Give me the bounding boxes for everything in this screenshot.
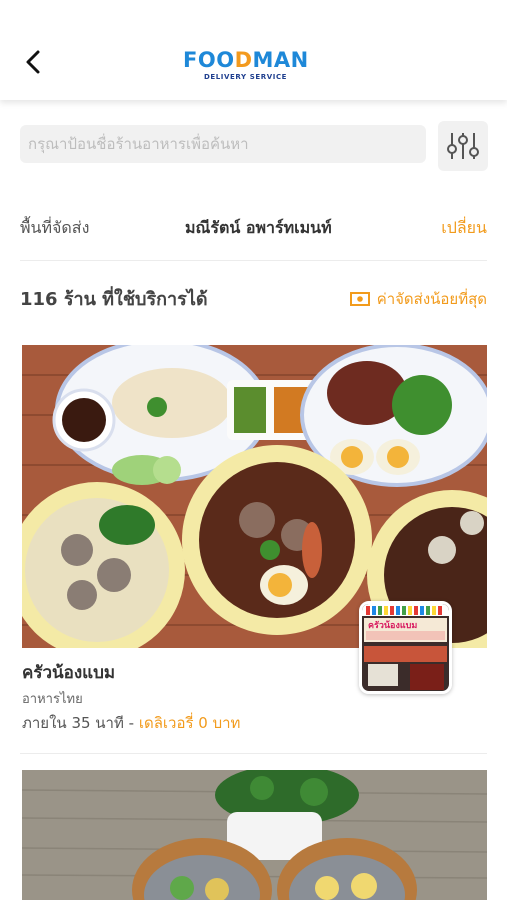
restaurant-image[interactable] xyxy=(22,770,487,900)
restaurant-delivery-info: ภายใน 35 นาที - เดลิเวอรี่ 0 บาท xyxy=(22,711,240,735)
back-button[interactable] xyxy=(20,44,50,80)
restaurant-name[interactable]: ครัวน้องแบม xyxy=(22,659,115,686)
search-input[interactable] xyxy=(20,125,426,163)
delivery-time: ภายใน 35 นาที - xyxy=(22,714,139,732)
app-header: FOODMAN DELIVERY SERVICE xyxy=(0,0,507,100)
logo-wordmark: FOODMAN xyxy=(183,48,308,72)
delivery-area-label: พื้นที่จัดส่ง xyxy=(20,218,90,237)
restaurant-count: 116 ร้าน ที่ใช้บริการได้ xyxy=(20,289,208,310)
foodman-logo: FOODMAN DELIVERY SERVICE xyxy=(183,48,308,88)
filter-button[interactable] xyxy=(438,121,488,171)
delivery-area-value: มณีรัตน์ อพาร์ทเมนท์ xyxy=(185,218,332,237)
delivery-fee: เดลิเวอรี่ 0 บาท xyxy=(138,714,241,732)
sort-button[interactable]: ค่าจัดส่งน้อยที่สุด xyxy=(349,287,487,311)
sort-label: ค่าจัดส่งน้อยที่สุด xyxy=(376,290,487,308)
divider xyxy=(20,260,487,261)
change-area-button[interactable]: เปลี่ยน xyxy=(441,216,487,241)
delivery-area-row: พื้นที่จัดส่ง มณีรัตน์ อพาร์ทเมนท์ เปลี่… xyxy=(20,212,487,242)
chevron-left-icon xyxy=(26,50,40,74)
results-header: 116 ร้าน ที่ใช้บริการได้ ค่าจัดส่งน้อยที… xyxy=(20,282,487,314)
logo-part-1: FOO xyxy=(183,48,235,72)
logo-subtitle: DELIVERY SERVICE xyxy=(203,73,288,81)
divider xyxy=(20,753,487,754)
sliders-icon xyxy=(447,133,479,159)
restaurant-category: อาหารไทย xyxy=(22,692,83,707)
storefront-photo: ครัวน้องแบม xyxy=(362,604,449,691)
restaurant-thumbnail[interactable]: ครัวน้องแบม xyxy=(359,601,452,694)
food-photo xyxy=(22,770,487,900)
money-icon xyxy=(349,292,370,306)
logo-part-2: D xyxy=(234,48,253,72)
storefront-sign: ครัวน้องแบม xyxy=(368,620,417,631)
logo-part-3: MAN xyxy=(252,48,309,72)
